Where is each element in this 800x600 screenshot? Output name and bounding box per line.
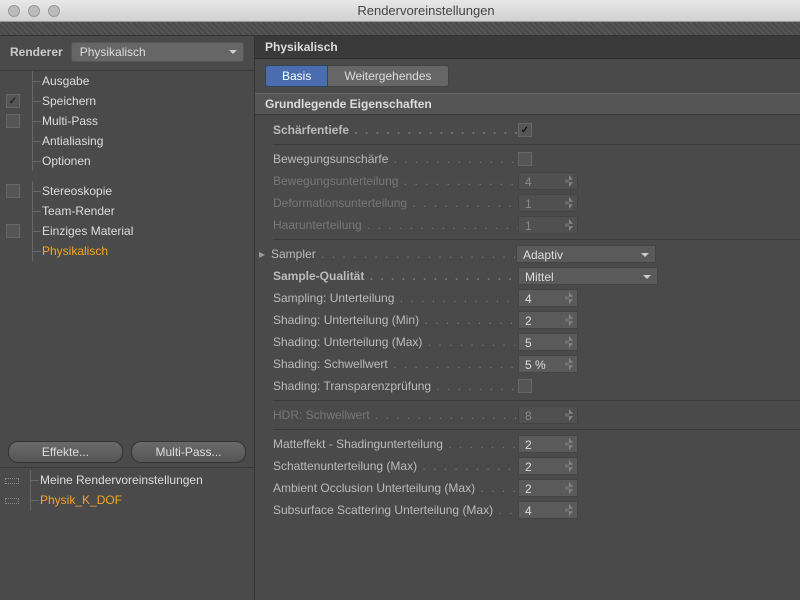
checkbox-icon[interactable] [6,184,20,198]
prop-label: Shading: Transparenzprüfung [273,379,518,393]
section-header: Grundlegende Eigenschaften [255,93,800,115]
checkbox-icon[interactable] [6,224,20,238]
sampler-dropdown[interactable]: Adaptiv [516,245,656,263]
prop-label: Shading: Unterteilung (Min) [273,313,518,327]
sidebar: Renderer Physikalisch Ausgabe Speichern … [0,36,255,600]
deform-sub-field: 1 [518,194,578,212]
renderer-label: Renderer [10,45,63,59]
content-panel: Physikalisch Basis Weitergehendes Grundl… [255,36,800,600]
preset-item[interactable]: Meine Rendervoreinstellungen [0,470,254,490]
tree-item-antialiasing[interactable]: Antialiasing [0,131,254,151]
tree-item-physikalisch[interactable]: Physikalisch [0,241,254,261]
multipass-button[interactable]: Multi-Pass... [131,441,246,463]
tree-item-teamrender[interactable]: Team-Render [0,201,254,221]
tree-item-multipass[interactable]: Multi-Pass [0,111,254,131]
titlebar: Rendervoreinstellungen [0,0,800,22]
preset-item[interactable]: Physik_K_DOF [0,490,254,510]
tab-weitergehendes[interactable]: Weitergehendes [328,65,448,87]
effects-button[interactable]: Effekte... [8,441,123,463]
panel-title: Physikalisch [255,36,800,59]
prop-label: Bewegungsunschärfe [273,152,518,166]
tab-bar: Basis Weitergehendes [255,59,800,93]
motionblur-checkbox[interactable] [518,152,532,166]
shadow-field[interactable]: 2 [518,457,578,475]
preset-icon [4,473,18,487]
preset-list: Meine Rendervoreinstellungen Physik_K_DO… [0,467,254,510]
minimize-icon[interactable] [28,5,40,17]
motion-sub-field: 4 [518,172,578,190]
window-title: Rendervoreinstellungen [60,3,792,18]
checkbox-icon[interactable] [6,94,20,108]
prop-label: Shading: Unterteilung (Max) [273,335,518,349]
tree-item-stereoskopie[interactable]: Stereoskopie [0,181,254,201]
expand-icon[interactable]: ▸ [259,247,271,261]
matte-field[interactable]: 2 [518,435,578,453]
prop-label: Ambient Occlusion Unterteilung (Max) [273,481,518,495]
shading-min-field[interactable]: 2 [518,311,578,329]
prop-label: Sampler [271,247,516,261]
shading-max-field[interactable]: 5 [518,333,578,351]
prop-label: Sample-Qualität [273,269,518,283]
zoom-icon[interactable] [48,5,60,17]
toolbar-hatch [0,22,800,36]
tree-item-ausgabe[interactable]: Ausgabe [0,71,254,91]
sampling-sub-field[interactable]: 4 [518,289,578,307]
prop-label: Subsurface Scattering Unterteilung (Max) [273,503,518,517]
transparency-checkbox[interactable] [518,379,532,393]
prop-label: Schärfentiefe [273,123,518,137]
sample-quality-dropdown[interactable]: Mittel [518,267,658,285]
traffic-lights [8,5,60,17]
tree-item-speichern[interactable]: Speichern [0,91,254,111]
prop-label: Sampling: Unterteilung [273,291,518,305]
hdr-threshold-field: 8 [518,406,578,424]
preset-icon [4,493,18,507]
tree-item-optionen[interactable]: Optionen [0,151,254,171]
prop-label: Matteffekt - Shadingunterteilung [273,437,518,451]
checkbox-icon[interactable] [6,114,20,128]
prop-label: HDR: Schwellwert [273,408,518,422]
sss-field[interactable]: 4 [518,501,578,519]
hair-sub-field: 1 [518,216,578,234]
dof-checkbox[interactable] [518,123,532,137]
prop-label: Schattenunterteilung (Max) [273,459,518,473]
prop-label: Deformationsunterteilung [273,196,518,210]
tab-basis[interactable]: Basis [265,65,328,87]
close-icon[interactable] [8,5,20,17]
prop-label: Haarunterteilung [273,218,518,232]
renderer-dropdown[interactable]: Physikalisch [71,42,244,62]
ao-field[interactable]: 2 [518,479,578,497]
prop-label: Shading: Schwellwert [273,357,518,371]
tree-item-einziges-material[interactable]: Einziges Material [0,221,254,241]
settings-tree: Ausgabe Speichern Multi-Pass Antialiasin… [0,70,254,261]
prop-label: Bewegungsunterteilung [273,174,518,188]
shading-threshold-field[interactable]: 5 % [518,355,578,373]
